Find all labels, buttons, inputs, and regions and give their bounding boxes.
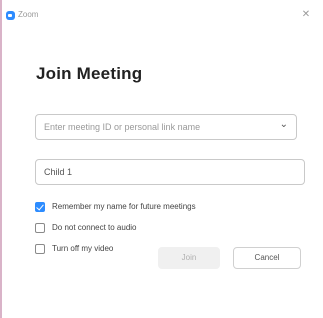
chevron-down-icon[interactable]: ⌄: [280, 119, 288, 130]
remember-name-checkbox[interactable]: [35, 202, 45, 212]
zoom-logo-icon: [6, 11, 15, 20]
meeting-id-placeholder: Enter meeting ID or personal link name: [44, 122, 201, 132]
cancel-button[interactable]: Cancel: [233, 247, 301, 269]
video-off-checkbox[interactable]: [35, 244, 45, 254]
no-audio-checkbox[interactable]: [35, 223, 45, 233]
display-name-input[interactable]: Child 1: [35, 159, 305, 185]
no-audio-option[interactable]: Do not connect to audio: [35, 222, 185, 236]
no-audio-label: Do not connect to audio: [52, 223, 137, 232]
page-title: Join Meeting: [36, 64, 143, 83]
window-edge: [0, 0, 2, 318]
title-bar: Zoom ✕: [0, 0, 323, 30]
remember-name-option[interactable]: Remember my name for future meetings: [35, 201, 255, 215]
video-off-option[interactable]: Turn off my video: [35, 243, 155, 257]
close-button[interactable]: ✕: [299, 8, 313, 22]
join-button[interactable]: Join: [158, 247, 220, 269]
display-name-value: Child 1: [44, 167, 73, 177]
meeting-id-combobox[interactable]: Enter meeting ID or personal link name ⌄: [35, 114, 297, 140]
video-off-label: Turn off my video: [52, 244, 114, 253]
remember-name-label: Remember my name for future meetings: [52, 202, 196, 211]
zoom-join-dialog: Zoom ✕ Join Meeting Enter meeting ID or …: [0, 0, 323, 318]
app-title: Zoom: [18, 10, 39, 19]
